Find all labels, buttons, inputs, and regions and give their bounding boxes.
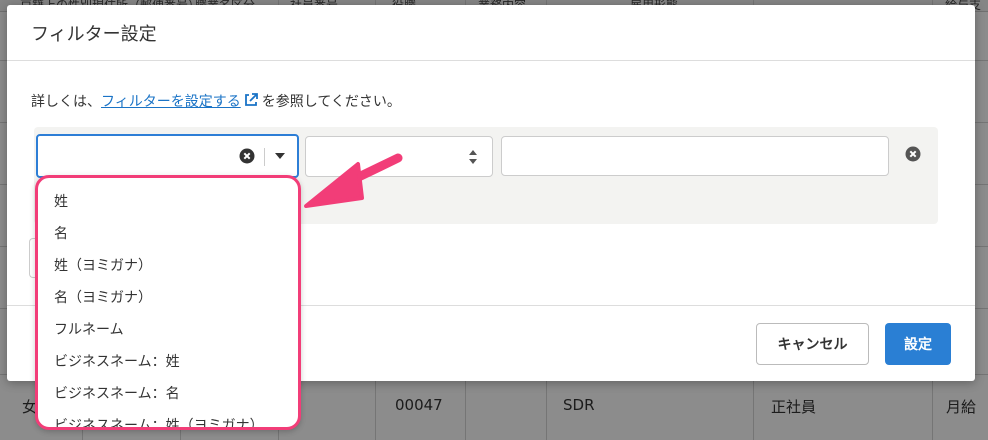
sort-arrows-icon: [469, 150, 477, 164]
help-link[interactable]: フィルターを設定する: [101, 93, 259, 110]
modal-title: フィルター設定: [31, 23, 157, 45]
dropdown-option[interactable]: ビジネスネーム：姓: [38, 346, 298, 378]
help-suffix: を参照してください。: [261, 94, 401, 110]
dropdown-option[interactable]: 名: [38, 218, 298, 250]
remove-condition-icon[interactable]: [905, 146, 921, 162]
dropdown-option[interactable]: ビジネスネーム：名: [38, 378, 298, 410]
dropdown-option[interactable]: 姓（ヨミガナ）: [38, 250, 298, 282]
field-dropdown-menu: 姓 名 姓（ヨミガナ） 名（ヨミガナ） フルネーム ビジネスネーム：姓 ビジネス…: [35, 175, 301, 430]
apply-button[interactable]: 設定: [885, 323, 951, 365]
select-separator: [264, 148, 265, 166]
clear-icon[interactable]: [239, 148, 255, 164]
dropdown-option[interactable]: 姓: [38, 186, 298, 218]
filter-value-input[interactable]: [501, 136, 889, 176]
field-select[interactable]: [36, 134, 299, 178]
external-link-icon: [244, 93, 258, 106]
dropdown-option[interactable]: 名（ヨミガナ）: [38, 282, 298, 314]
modal-header: フィルター設定: [7, 5, 975, 61]
dropdown-option[interactable]: ビジネスネーム：姓（ヨミガナ）: [38, 410, 298, 427]
help-text: 詳しくは、フィルターを設定する を参照してください。: [31, 91, 401, 111]
cancel-button[interactable]: キャンセル: [756, 323, 869, 365]
chevron-down-icon[interactable]: [275, 153, 285, 159]
dropdown-option[interactable]: フルネーム: [38, 314, 298, 346]
operator-select[interactable]: [305, 136, 493, 177]
help-prefix: 詳しくは、: [31, 94, 101, 110]
